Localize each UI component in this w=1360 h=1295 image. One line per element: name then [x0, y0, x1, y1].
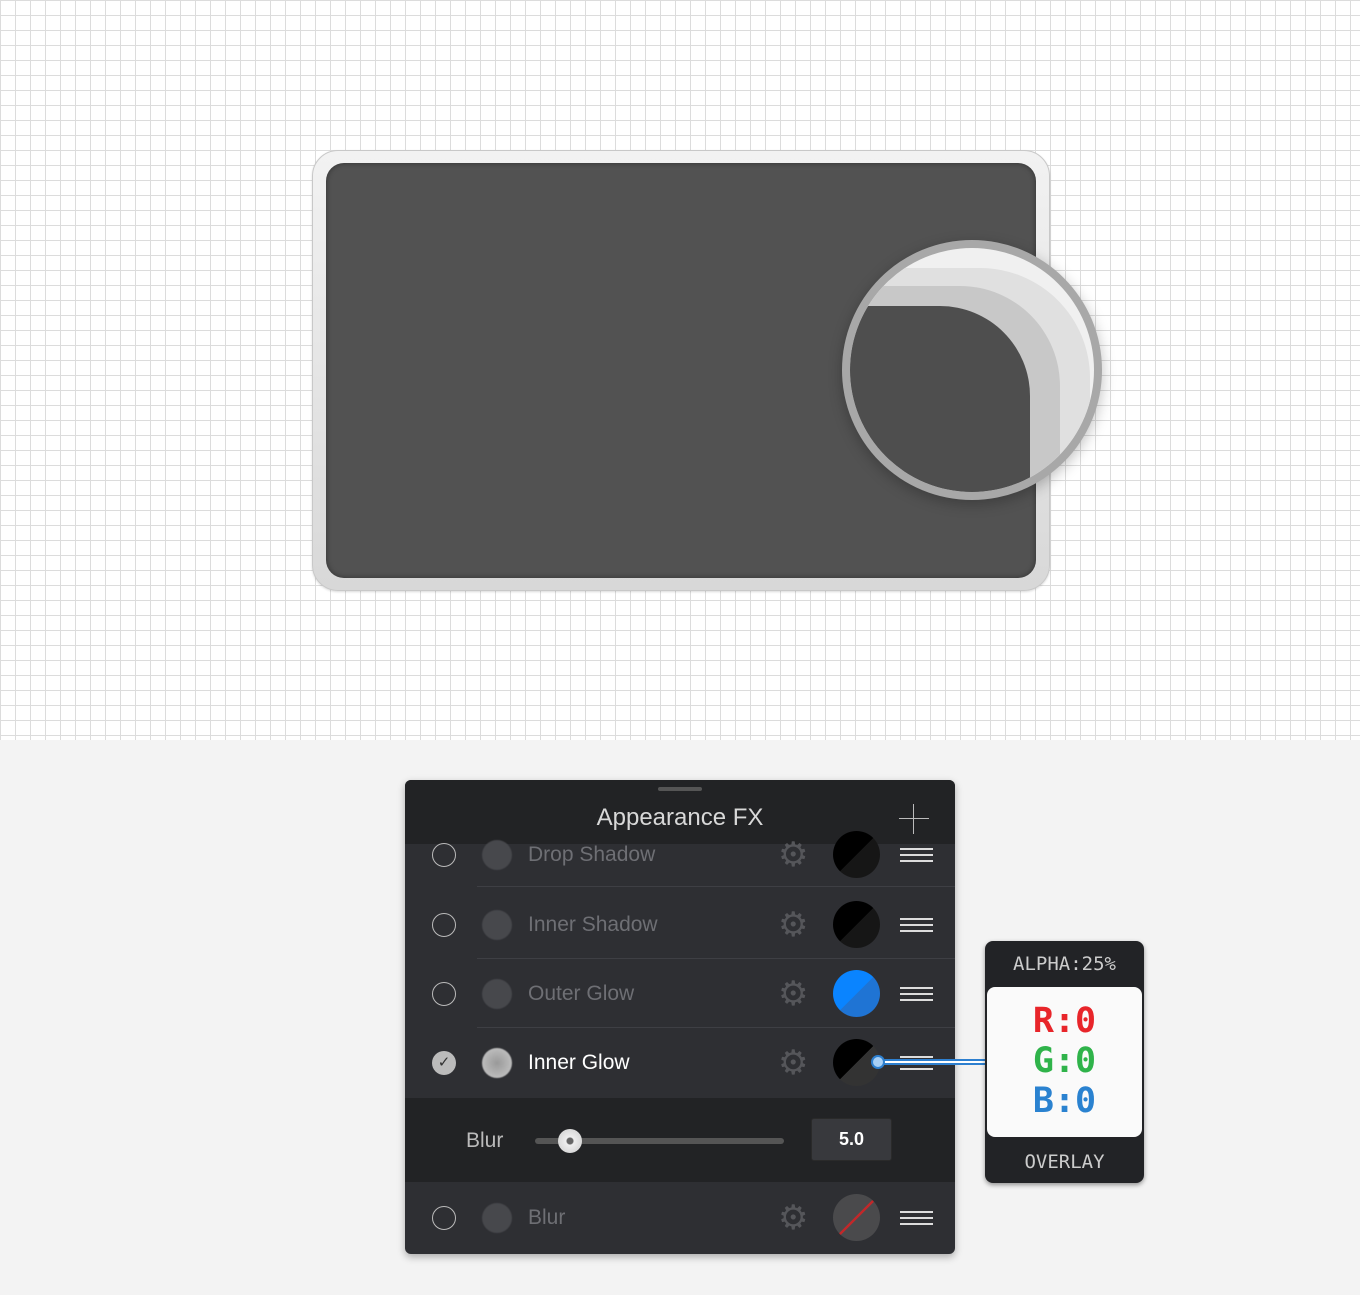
color-swatch[interactable]	[833, 900, 880, 948]
effect-row-inner-shadow[interactable]: Inner Shadow ⚙	[405, 890, 955, 959]
effect-label: Blur	[528, 1205, 566, 1229]
effect-row-blur[interactable]: Blur ⚙	[405, 1183, 955, 1252]
blue-value: B:0	[1032, 1081, 1097, 1121]
blend-mode-label: OVERLAY	[1024, 1151, 1105, 1173]
effect-label: Inner Shadow	[528, 912, 658, 936]
blur-value-field[interactable]: 5.0	[811, 1118, 892, 1161]
effect-label: Outer Glow	[528, 981, 635, 1005]
gear-icon[interactable]: ⚙	[778, 977, 808, 1011]
gear-icon[interactable]: ⚙	[778, 838, 808, 872]
slider-knob[interactable]	[557, 1129, 582, 1153]
reorder-icon[interactable]	[900, 1210, 933, 1225]
preview-thumb	[482, 1047, 512, 1078]
drag-handle[interactable]	[658, 787, 702, 791]
color-swatch[interactable]	[833, 969, 880, 1017]
red-value: R:0	[1032, 1001, 1097, 1041]
preview-thumb	[482, 978, 512, 1009]
green-value: G:0	[1032, 1041, 1097, 1081]
gear-icon[interactable]: ⚙	[778, 1201, 808, 1235]
checkbox[interactable]	[432, 981, 456, 1006]
color-swatch[interactable]	[833, 830, 880, 878]
preview-thumb	[482, 839, 512, 870]
checkbox-checked[interactable]: ✓	[432, 1050, 456, 1075]
color-popup: ALPHA:25% R:0 G:0 B:0 OVERLAY	[985, 941, 1144, 1183]
gear-icon[interactable]: ⚙	[778, 908, 808, 942]
gear-icon[interactable]: ⚙	[778, 1046, 808, 1080]
effect-label: Inner Glow	[528, 1050, 630, 1074]
connector-line	[876, 1059, 988, 1065]
appearance-panel: Appearance FX Drop Shadow ⚙ Inner Shadow…	[405, 780, 955, 1254]
alpha-label: ALPHA:25%	[1013, 953, 1116, 975]
connector-dot	[871, 1055, 885, 1069]
effect-row-drop-shadow[interactable]: Drop Shadow ⚙	[405, 822, 955, 887]
no-color-swatch[interactable]	[833, 1193, 880, 1241]
checkbox[interactable]	[432, 1205, 456, 1230]
checkbox[interactable]	[432, 912, 456, 937]
effect-row-outer-glow[interactable]: Outer Glow ⚙	[405, 959, 955, 1028]
reorder-icon[interactable]	[900, 847, 933, 862]
blur-settings: Blur 5.0	[405, 1098, 955, 1182]
magnifier-loupe	[842, 240, 1102, 500]
preview-thumb	[482, 1202, 512, 1233]
reorder-icon[interactable]	[900, 986, 933, 1001]
reorder-icon[interactable]	[900, 917, 933, 932]
blur-label: Blur	[466, 1129, 504, 1152]
rgb-values: R:0 G:0 B:0	[987, 987, 1142, 1137]
checkbox[interactable]	[432, 842, 456, 867]
preview-thumb	[482, 909, 512, 940]
effect-label: Drop Shadow	[528, 842, 656, 866]
